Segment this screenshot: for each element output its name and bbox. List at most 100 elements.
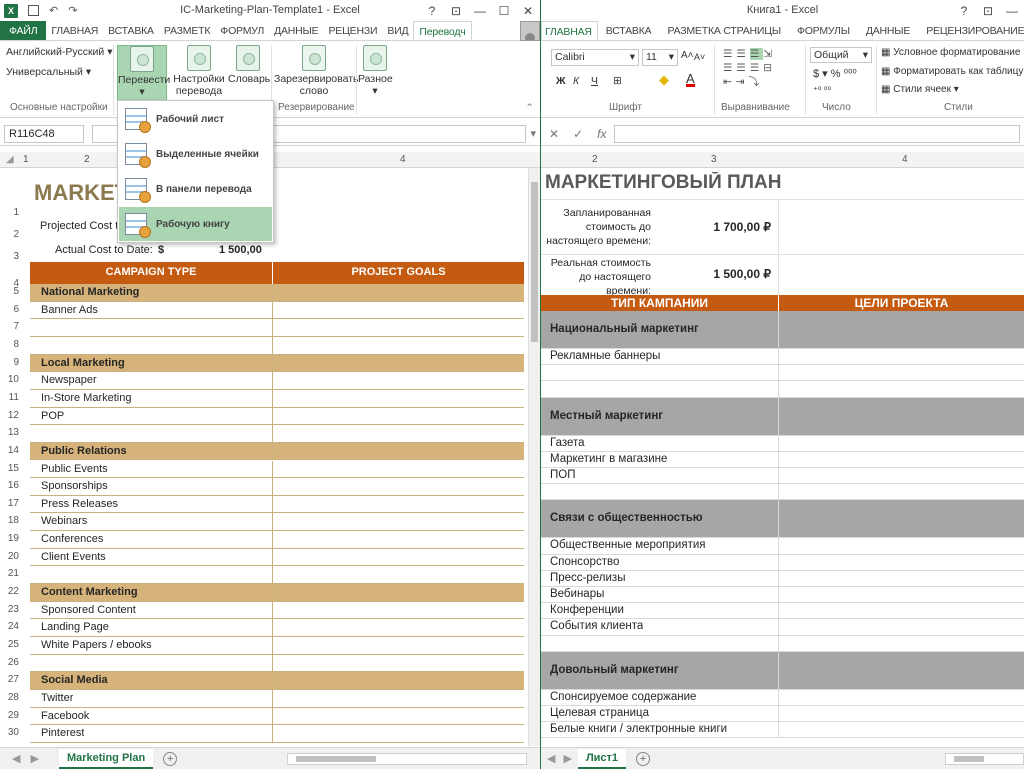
column-header[interactable]: 2 [592,154,598,165]
tab-insert[interactable]: ВСТАВКА [598,21,660,40]
table-row[interactable]: Webinars [30,513,524,532]
table-row[interactable]: Рекламные баннеры [541,349,1024,366]
function-icon[interactable]: fx [597,127,606,141]
borders-icon[interactable]: ⊞ [613,75,622,87]
menu-item-worksheet[interactable]: Рабочий лист [119,102,272,136]
ribbon-display-button[interactable]: ⊡ [444,0,468,21]
table-row[interactable]: Спонсируемое содержание [541,689,1024,706]
row-header[interactable]: 16 [0,480,22,491]
tab-file[interactable]: ФАЙЛ [0,21,47,40]
column-header[interactable]: 4 [400,154,406,165]
sheet-tab-marketing-plan[interactable]: Marketing Plan [58,748,154,769]
column-header[interactable]: 2 [84,154,90,165]
category-row[interactable]: Public Relations [30,442,524,461]
tab-page-layout[interactable]: РАЗМЕТКА СТРАНИЦЫ [659,21,788,40]
row-header[interactable]: 24 [0,621,22,632]
help-button[interactable]: ? [952,0,976,21]
table-row[interactable]: Banner Ads [30,301,524,320]
table-row[interactable]: Press Releases [30,495,524,514]
save-icon[interactable] [28,5,39,16]
table-row[interactable]: Facebook [30,707,524,726]
alignment-icons[interactable]: ☰☰☰⇲ ☰☰☰⊟ ⇤⇥⤵ [723,47,776,89]
category-row[interactable]: Связи с общественностью [541,500,1024,539]
row-header[interactable]: 10 [0,374,22,385]
table-row[interactable]: Sponsored Content [30,601,524,620]
font-name-select[interactable]: Calibri ▾ [551,49,639,66]
table-row[interactable] [541,635,1024,652]
table-row[interactable]: Конференции [541,603,1024,620]
menu-item-workbook[interactable]: Рабочую книгу [119,207,272,241]
table-row[interactable]: Газета [541,435,1024,452]
reserve-word-button[interactable]: Зарезервировать слово [274,45,358,97]
column-header[interactable]: 1 [23,154,29,165]
table-row[interactable] [30,425,524,443]
category-row[interactable]: Local Marketing [30,354,524,373]
bold-icon[interactable]: Ж [556,75,566,87]
tab-translator[interactable]: Переводч [413,21,472,40]
category-row[interactable]: Social Media [30,672,524,690]
row-header[interactable]: 6 [0,304,22,315]
misc-button[interactable]: Разное ▾ [358,45,393,97]
table-row[interactable] [541,365,1024,382]
maximize-button[interactable]: ☐ [492,0,516,21]
user-avatar[interactable] [520,21,540,41]
left-vertical-scrollbar[interactable] [528,168,540,746]
row-header[interactable]: 8 [0,339,22,350]
table-row[interactable]: Pinterest [30,725,524,743]
undo-icon[interactable]: ↶ [49,4,58,17]
font-color-icon[interactable]: A [686,72,695,87]
table-row[interactable]: ПОП [541,468,1024,485]
row-header[interactable]: 14 [0,445,22,456]
row-header[interactable]: 30 [0,727,22,738]
table-row[interactable]: Newspaper [30,372,524,390]
row-header[interactable]: 9 [0,357,22,368]
table-row[interactable] [30,654,524,673]
left-horizontal-scrollbar[interactable] [287,753,527,765]
row-header[interactable]: 1 [0,207,22,218]
row-header[interactable]: 23 [0,604,22,615]
table-row[interactable] [541,484,1024,501]
language-pair-select[interactable]: Английский-Русский ▾ [6,46,113,58]
table-row[interactable] [30,566,524,585]
row-header[interactable]: 19 [0,533,22,544]
tab-view[interactable]: ВИД [382,21,413,40]
chevron-down-icon[interactable]: ▾ [530,127,536,140]
collapse-ribbon-icon[interactable]: ⌃ [525,102,534,114]
table-row[interactable]: Спонсорство [541,554,1024,571]
row-header[interactable]: 27 [0,674,22,685]
add-sheet-button[interactable]: + [636,751,651,766]
translate-button[interactable]: Перевести ▾ [117,45,170,101]
table-row[interactable]: Public Events [30,460,524,479]
row-header[interactable]: 7 [0,321,22,332]
menu-item-selected-cells[interactable]: Выделенные ячейки [119,137,272,171]
italic-icon[interactable]: К [573,75,579,87]
category-row[interactable]: Местный маркетинг [541,397,1024,436]
category-row[interactable]: National Marketing [30,284,524,302]
table-row[interactable] [541,381,1024,398]
name-box[interactable]: R116C48 [4,124,84,143]
table-row[interactable]: Белые книги / электронные книги [541,722,1024,739]
prev-sheet-icon[interactable]: ◀ [12,752,20,765]
column-header[interactable]: 4 [902,154,908,165]
minimize-button[interactable]: — [468,0,492,21]
tab-data[interactable]: ДАННЫЕ [269,21,323,40]
table-row[interactable]: Общественные мероприятия [541,538,1024,555]
currency-format-icon[interactable]: $ ▾ % ⁰⁰⁰ [813,67,857,80]
row-header[interactable]: 18 [0,515,22,526]
tab-formulas[interactable]: ФОРМУЛ [215,21,269,40]
tab-review[interactable]: РЕЦЕНЗИРОВАНИЕ [918,21,1024,40]
row-header[interactable]: 11 [0,392,22,403]
row-header[interactable]: 13 [0,427,22,438]
row-header[interactable]: 2 [0,229,22,240]
table-row[interactable]: Client Events [30,548,524,567]
number-format-select[interactable]: Общий ▾ [810,47,872,63]
table-row[interactable] [30,336,524,355]
row-header[interactable]: 21 [0,568,22,579]
table-row[interactable] [30,319,524,337]
row-header[interactable]: 12 [0,410,22,421]
font-grow-icon[interactable]: A˄ [681,50,694,61]
tab-insert[interactable]: ВСТАВКА [103,21,159,40]
table-row[interactable]: In-Store Marketing [30,389,524,408]
row-header[interactable]: 20 [0,551,22,562]
category-row[interactable]: Content Marketing [30,584,524,602]
